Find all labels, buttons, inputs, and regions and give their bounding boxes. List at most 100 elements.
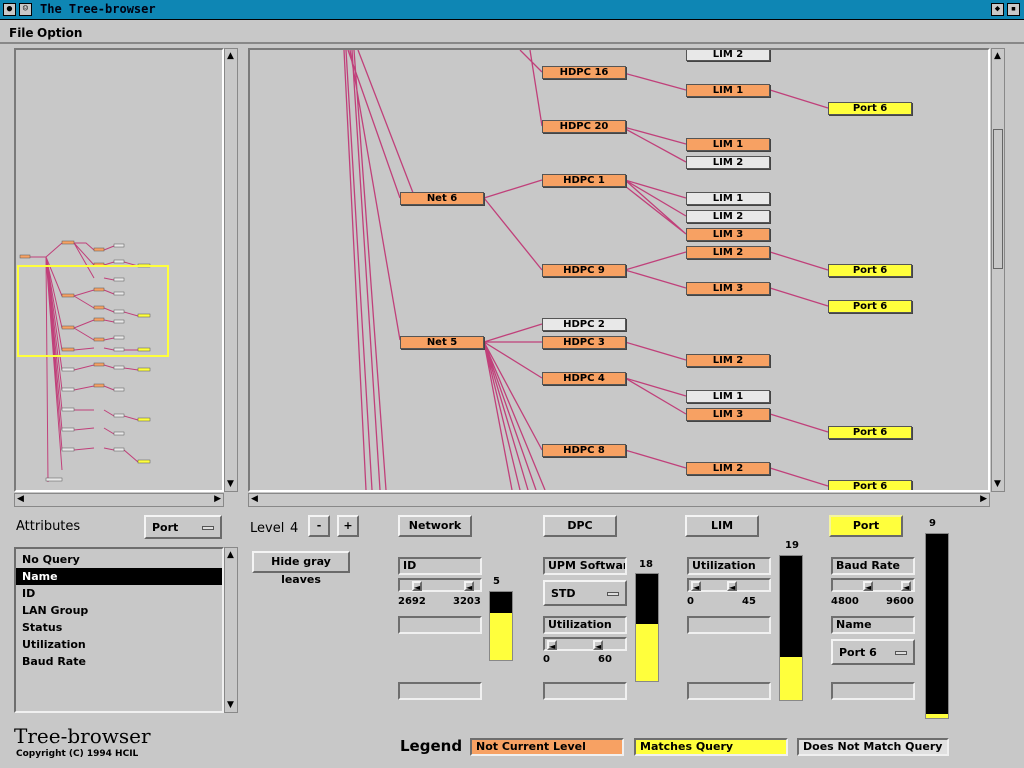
tree-node[interactable]: LIM 2 <box>686 354 770 367</box>
tree-node[interactable]: HDPC 1 <box>542 174 626 187</box>
network-query-field-3[interactable] <box>398 682 482 700</box>
window-menu-icon[interactable]: ● <box>3 3 16 16</box>
maximize-icon[interactable]: ◆ <box>991 3 1004 16</box>
attribute-item[interactable]: No Query <box>16 551 222 568</box>
tree-node[interactable]: LIM 3 <box>686 282 770 295</box>
scroll-up-icon[interactable]: ▲ <box>994 51 1001 61</box>
port-range-slider[interactable]: ◄ ◄ <box>831 578 915 592</box>
scroll-down-icon[interactable]: ▼ <box>227 479 234 489</box>
level-increase-button[interactable]: + <box>337 515 359 537</box>
slider-min-knob[interactable]: ◄ <box>863 581 873 592</box>
tree-hscrollbar[interactable]: ◀ ▶ <box>248 493 990 507</box>
overview-vscrollbar[interactable]: ▲ ▼ <box>224 48 238 492</box>
legend-matches-query: Matches Query <box>634 738 788 756</box>
tree-node[interactable]: Port 6 <box>828 102 912 115</box>
dpc-range-slider[interactable]: ◄ ◄ <box>543 637 627 651</box>
lim-slider-min: 0 <box>687 596 694 607</box>
close-icon[interactable]: ▪ <box>1007 3 1020 16</box>
dpc-attr-field-2[interactable]: Utilization <box>543 616 627 634</box>
slider-min-knob[interactable]: ◄ <box>547 640 557 651</box>
tree-vscrollbar[interactable]: ▲ ▼ <box>991 48 1005 492</box>
tree-node[interactable]: LIM 2 <box>686 210 770 223</box>
port-value-select[interactable]: Port 6 <box>831 639 915 665</box>
lim-attr-field[interactable]: Utilization <box>687 557 771 575</box>
attribute-list-scrollbar[interactable]: ▲ ▼ <box>224 547 238 713</box>
column-network-button[interactable]: Network <box>398 515 472 537</box>
scroll-down-icon[interactable]: ▼ <box>227 700 234 710</box>
slider-max-knob[interactable]: ◄ <box>727 581 737 592</box>
tree-node[interactable]: Port 6 <box>828 264 912 277</box>
tree-node[interactable]: HDPC 9 <box>542 264 626 277</box>
tree-node[interactable]: HDPC 3 <box>542 336 626 349</box>
attribute-item[interactable]: Utilization <box>16 636 222 653</box>
port-histogram-fill <box>926 714 948 718</box>
lim-slider-max: 45 <box>742 596 756 607</box>
dpc-value-select[interactable]: STD <box>543 580 627 606</box>
legend-title: Legend <box>400 737 463 755</box>
tree-node[interactable]: Port 6 <box>828 480 912 490</box>
scroll-thumb[interactable] <box>993 129 1003 269</box>
slider-max-knob[interactable]: ◄ <box>593 640 603 651</box>
tree-node[interactable]: LIM 2 <box>686 462 770 475</box>
port-query-field-3[interactable] <box>831 682 915 700</box>
scroll-right-icon[interactable]: ▶ <box>980 494 987 504</box>
port-attr-field[interactable]: Baud Rate <box>831 557 915 575</box>
network-range-slider[interactable]: ◄ ◄ <box>398 578 482 592</box>
overview-panel[interactable] <box>14 48 224 492</box>
tree-node[interactable]: LIM 1 <box>686 192 770 205</box>
attribute-item[interactable]: ID <box>16 585 222 602</box>
tree-node[interactable]: HDPC 4 <box>542 372 626 385</box>
column-lim-button[interactable]: LIM <box>685 515 759 537</box>
scroll-left-icon[interactable]: ◀ <box>251 494 258 504</box>
column-port-button[interactable]: Port <box>829 515 903 537</box>
overview-hscrollbar[interactable]: ◀ ▶ <box>14 493 224 507</box>
attribute-item[interactable]: LAN Group <box>16 602 222 619</box>
scroll-up-icon[interactable]: ▲ <box>227 51 234 61</box>
tree-node[interactable]: HDPC 2 <box>542 318 626 331</box>
menu-option[interactable]: Option <box>37 26 82 40</box>
attribute-item-selected[interactable]: Name <box>16 568 222 585</box>
tree-node[interactable]: LIM 1 <box>686 390 770 403</box>
scroll-right-icon[interactable]: ▶ <box>214 494 221 504</box>
dpc-attr-field[interactable]: UPM Softwar <box>543 557 627 575</box>
network-attr-field[interactable]: ID <box>398 557 482 575</box>
tree-node[interactable]: LIM 1 <box>686 138 770 151</box>
port-attr-field-2[interactable]: Name <box>831 616 915 634</box>
scroll-left-icon[interactable]: ◀ <box>17 494 24 504</box>
tree-node[interactable]: Net 6 <box>400 192 484 205</box>
slider-max-knob[interactable]: ◄ <box>901 581 911 592</box>
column-dpc-button[interactable]: DPC <box>543 515 617 537</box>
scroll-up-icon[interactable]: ▲ <box>227 550 234 560</box>
dpc-query-field-3[interactable] <box>543 682 627 700</box>
tree-node[interactable]: LIM 3 <box>686 228 770 241</box>
slider-min-knob[interactable]: ◄ <box>691 581 701 592</box>
menu-file[interactable]: File <box>9 26 34 40</box>
tree-node[interactable]: HDPC 8 <box>542 444 626 457</box>
attribute-item[interactable]: Status <box>16 619 222 636</box>
level-decrease-button[interactable]: - <box>308 515 330 537</box>
viewport-box[interactable] <box>17 265 169 357</box>
attribute-list[interactable]: No Query Name ID LAN Group Status Utiliz… <box>14 547 224 713</box>
tree-node[interactable]: LIM 2 <box>686 246 770 259</box>
lim-range-slider[interactable]: ◄ ◄ <box>687 578 771 592</box>
tree-node[interactable]: LIM 2 <box>686 156 770 169</box>
network-query-field-2[interactable] <box>398 616 482 634</box>
tree-node[interactable]: LIM 3 <box>686 408 770 421</box>
tree-node[interactable]: Port 6 <box>828 300 912 313</box>
attribute-type-select[interactable]: Port <box>144 515 222 539</box>
tree-node[interactable]: Port 6 <box>828 426 912 439</box>
dpc-histogram-fill <box>636 624 658 681</box>
tree-node[interactable]: HDPC 16 <box>542 66 626 79</box>
lim-query-field-3[interactable] <box>687 682 771 700</box>
attribute-item[interactable]: Baud Rate <box>16 653 222 670</box>
tree-node[interactable]: LIM 2 <box>686 50 770 61</box>
tree-node[interactable]: Net 5 <box>400 336 484 349</box>
tree-node[interactable]: LIM 1 <box>686 84 770 97</box>
tree-node[interactable]: HDPC 20 <box>542 120 626 133</box>
slider-max-knob[interactable]: ◄ <box>464 581 474 592</box>
scroll-down-icon[interactable]: ▼ <box>994 479 1001 489</box>
tree-view-panel[interactable]: LIM 2 HDPC 16 LIM 1 Port 6 HDPC 20 LIM 1… <box>248 48 990 492</box>
lim-query-field-2[interactable] <box>687 616 771 634</box>
hide-gray-leaves-button[interactable]: Hide gray leaves <box>252 551 350 586</box>
slider-min-knob[interactable]: ◄ <box>412 581 422 592</box>
